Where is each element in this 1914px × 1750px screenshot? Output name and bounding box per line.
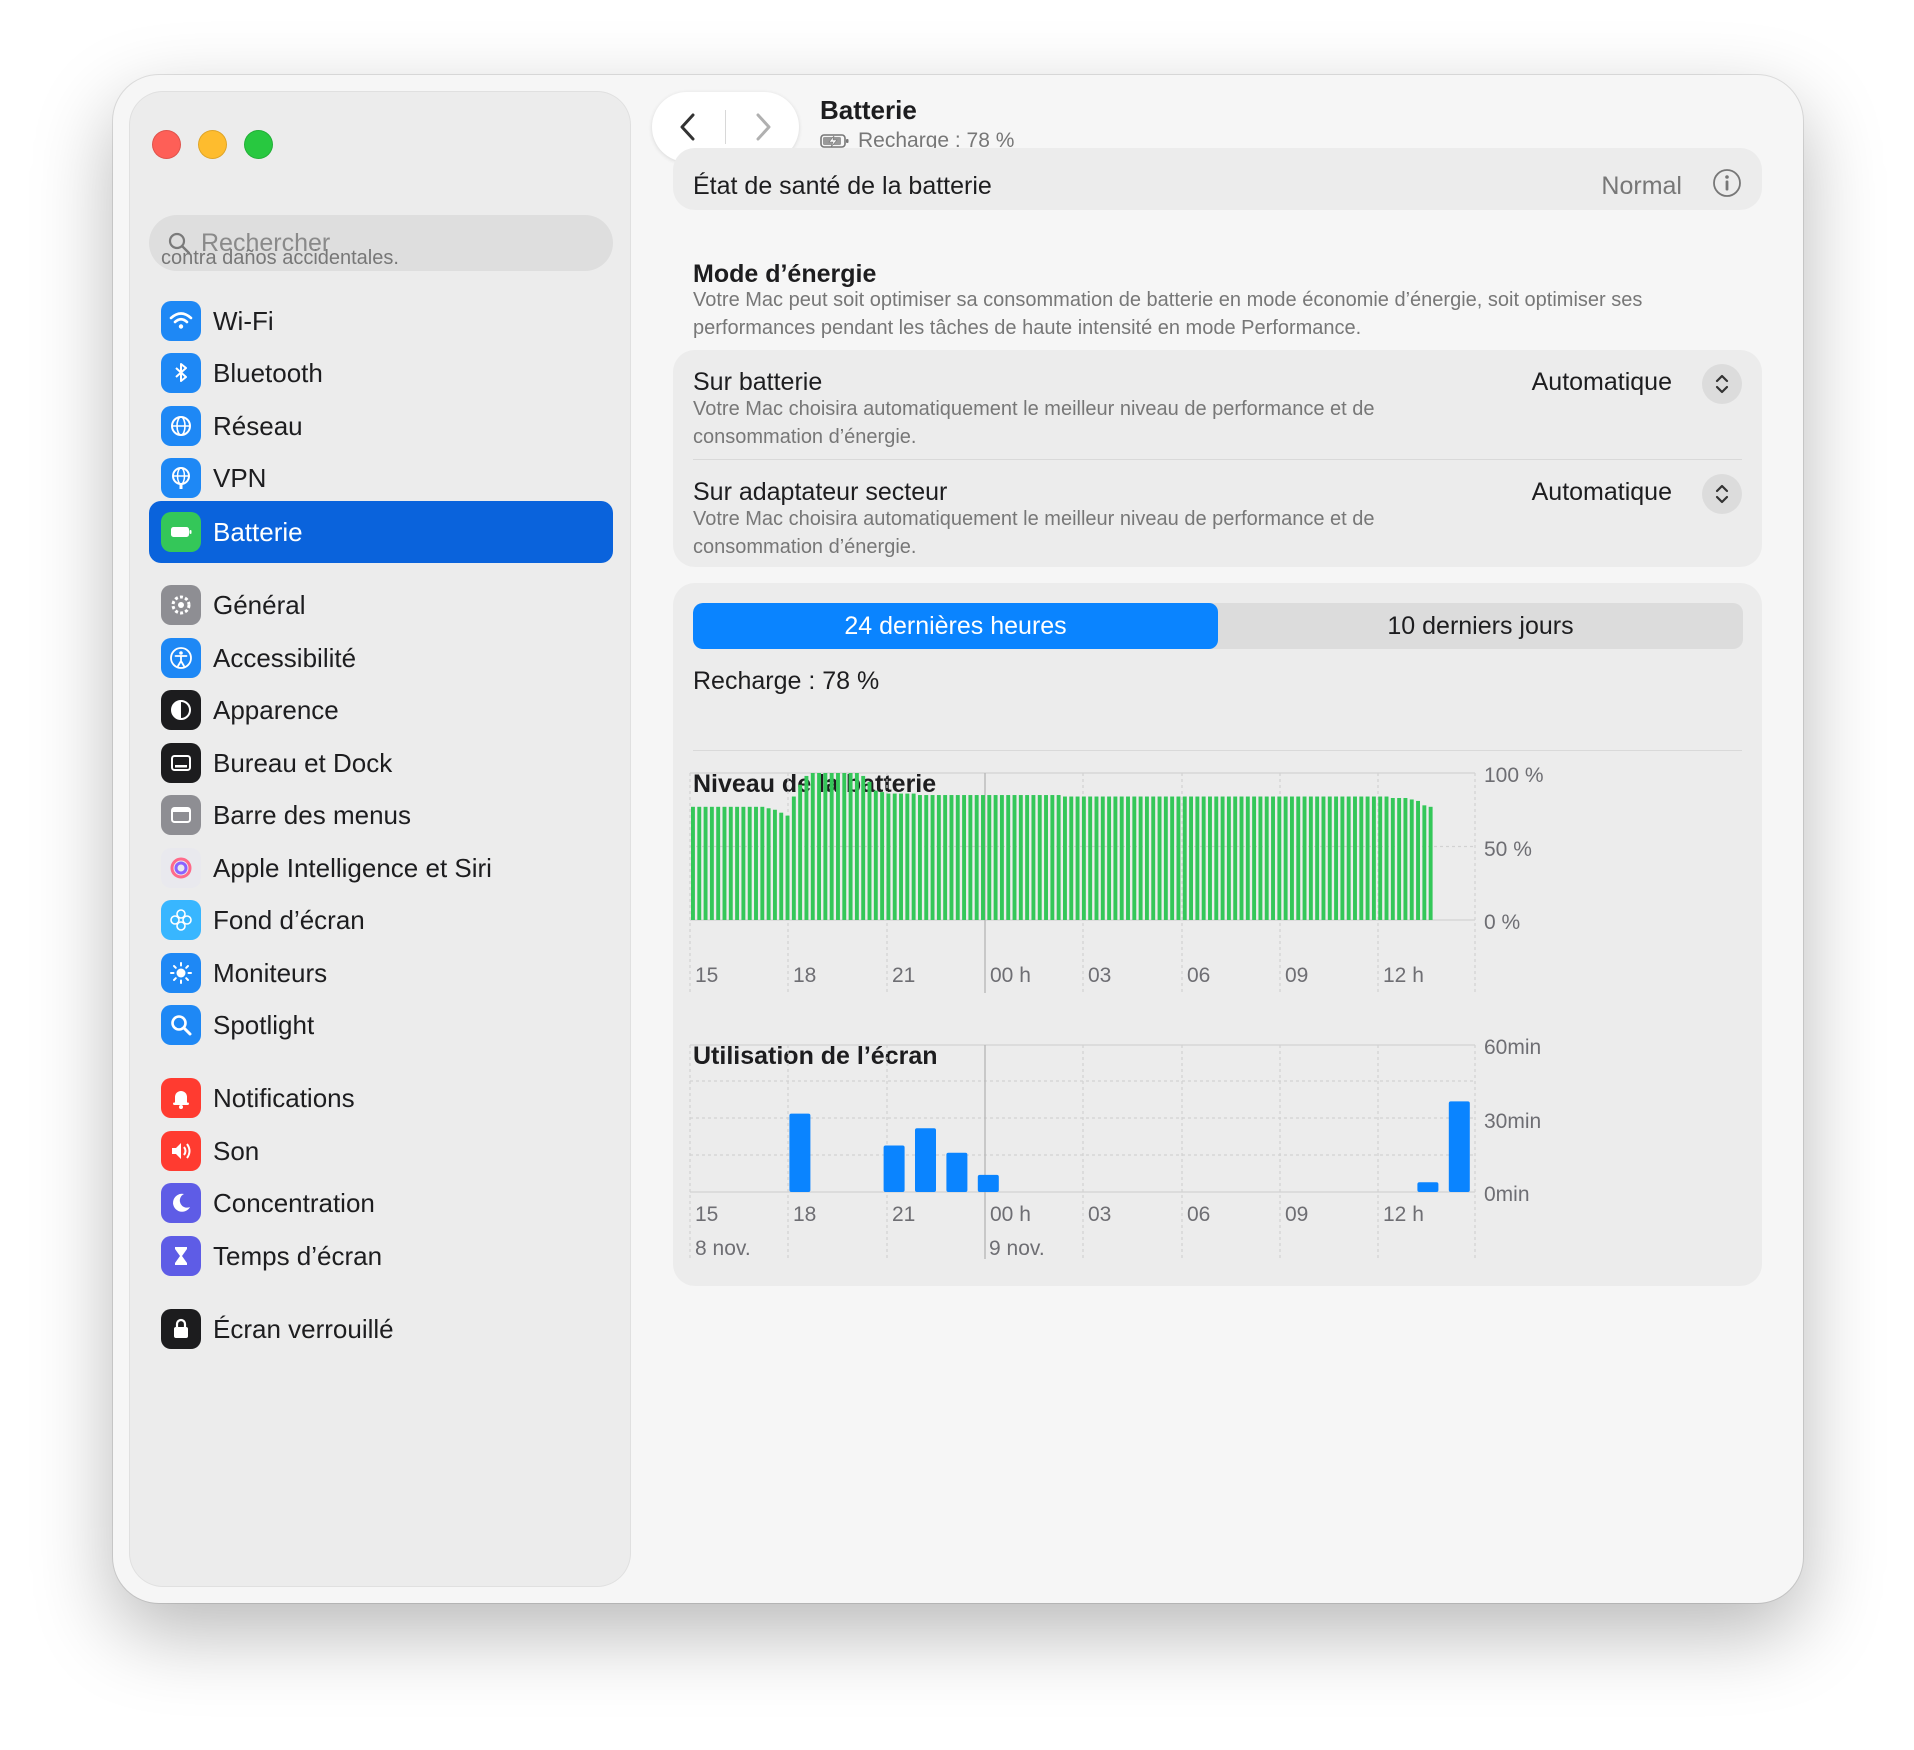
gear-icon (161, 585, 201, 625)
sidebar-item-label: Apple Intelligence et Siri (213, 852, 492, 883)
sidebar-item-label: Barre des menus (213, 799, 411, 830)
accessibility-icon (161, 638, 201, 678)
on-battery-title: Sur batterie (693, 368, 823, 396)
appearance-icon (161, 690, 201, 730)
sidebar-item-label: Moniteurs (213, 957, 328, 988)
screen-usage-bar (915, 1128, 936, 1192)
info-icon[interactable] (1712, 168, 1742, 198)
sidebar: Rechercher contra daños accidentales. Wi… (129, 91, 631, 1587)
sidebar-item-label: Temps d’écran (213, 1240, 383, 1271)
chevron-up-down-icon (1715, 484, 1729, 504)
chevron-up-down-icon (1715, 374, 1729, 394)
speaker-icon (161, 1131, 201, 1171)
sidebar-item-label: Wi-Fi (213, 305, 274, 336)
sidebar-item-label: Spotlight (213, 1009, 315, 1040)
magnifier-icon (161, 1005, 201, 1045)
sidebar-item-label: Batterie (213, 516, 303, 547)
chevron-left-icon (680, 113, 695, 141)
sidebar-item-magnifier[interactable]: Spotlight (149, 994, 613, 1056)
bluetooth-icon (161, 353, 201, 393)
minimize-button[interactable] (198, 130, 227, 159)
sidebar-item-label: Bureau et Dock (213, 747, 393, 778)
y-tick-label: 30min (1484, 1110, 1541, 1133)
date-label: 8 nov. (695, 1237, 751, 1260)
on-battery-value[interactable]: Automatique (1532, 368, 1672, 397)
x-tick-label: 06 (1187, 1203, 1210, 1226)
x-tick-label: 12 h (1383, 1203, 1424, 1226)
x-tick-label: 09 (1285, 1203, 1308, 1226)
sidebar-item-label: Bluetooth (213, 357, 323, 388)
bell-icon (161, 1078, 201, 1118)
battery-health-label: État de santé de la batterie (693, 172, 992, 200)
sidebar-item-hourglass[interactable]: Temps d’écran (149, 1225, 613, 1287)
on-battery-stepper[interactable] (1702, 364, 1742, 404)
on-adapter-value[interactable]: Automatique (1532, 478, 1672, 507)
dock-icon (161, 743, 201, 783)
energy-mode-description: Votre Mac peut soit optimiser sa consomm… (693, 289, 1643, 339)
screen-usage-bar (1417, 1182, 1439, 1192)
sidebar-item-label: Apparence (213, 694, 339, 725)
on-battery-description: Votre Mac choisira automatiquement le me… (693, 398, 1375, 448)
x-tick-label: 15 (695, 1203, 718, 1226)
vpn-globe-icon (161, 458, 201, 498)
screen-usage-bar (946, 1152, 968, 1192)
battery-health-card: État de santé de la batterie Normal (673, 148, 1762, 210)
y-tick-label: 0min (1484, 1183, 1530, 1206)
moon-icon (161, 1183, 201, 1223)
wifi-icon (161, 301, 201, 341)
sidebar-item-label: Général (213, 589, 306, 620)
energy-mode-card: Sur batterie Votre Mac choisira automati… (673, 350, 1762, 567)
globe-icon (161, 406, 201, 446)
x-tick-label: 18 (793, 1203, 816, 1226)
x-tick-label: 21 (892, 1203, 915, 1226)
lock-icon (161, 1309, 201, 1349)
sidebar-item-label: Réseau (213, 410, 303, 441)
sidebar-item-label: Accessibilité (213, 642, 357, 673)
sidebar-item-lock[interactable]: Écran verrouillé (149, 1298, 613, 1360)
settings-window: Rechercher contra daños accidentales. Wi… (113, 75, 1803, 1603)
hourglass-icon (161, 1236, 201, 1276)
on-adapter-description: Votre Mac choisira automatiquement le me… (693, 508, 1375, 558)
on-adapter-title: Sur adaptateur secteur (693, 478, 948, 506)
screen-usage-bar (1448, 1101, 1470, 1192)
row-divider (693, 459, 1742, 460)
energy-mode-title: Mode d’énergie (693, 260, 877, 288)
sidebar-item-label: Concentration (213, 1187, 375, 1218)
sidebar-item-label: Son (213, 1135, 260, 1166)
x-tick-label: 00 h (990, 1203, 1031, 1226)
screen-usage-bar (789, 1113, 811, 1192)
battery-health-value: Normal (1601, 172, 1682, 200)
sidebar-item-label: Notifications (213, 1082, 355, 1113)
ghost-text: contra daños accidentales. (161, 247, 399, 269)
sidebar-item-vpn-globe[interactable]: VPN (149, 447, 613, 509)
y-tick-label: 60min (1484, 1036, 1541, 1059)
date-label: 9 nov. (989, 1237, 1045, 1260)
sidebar-item-label: VPN (213, 462, 267, 493)
chevron-right-icon (756, 113, 771, 141)
sidebar-item-label: Fond d’écran (213, 904, 365, 935)
siri-icon (161, 848, 201, 888)
screen-usage-bar (977, 1174, 999, 1192)
flower-icon (161, 900, 201, 940)
battery-icon (161, 512, 201, 552)
menubar-icon (161, 795, 201, 835)
screen-usage-bar (883, 1145, 905, 1192)
battery-charging-icon (820, 134, 849, 148)
page-title: Batterie (820, 95, 917, 125)
screen-usage-chart: 60min 30min 0min 15 18 21 00 h 03 06 09 12 h 8 nov.… (689, 1036, 1541, 1260)
sidebar-item-label: Écran verrouillé (213, 1313, 394, 1344)
close-button[interactable] (152, 130, 181, 159)
on-adapter-stepper[interactable] (1702, 474, 1742, 514)
zoom-button[interactable] (244, 130, 273, 159)
sidebar-item-battery[interactable]: Batterie (149, 501, 613, 563)
sun-icon (161, 953, 201, 993)
nav-divider (725, 110, 726, 144)
usage-card: 24 dernières heures 10 derniers jours Re… (673, 583, 1762, 1286)
x-tick-label: 03 (1088, 1203, 1111, 1226)
